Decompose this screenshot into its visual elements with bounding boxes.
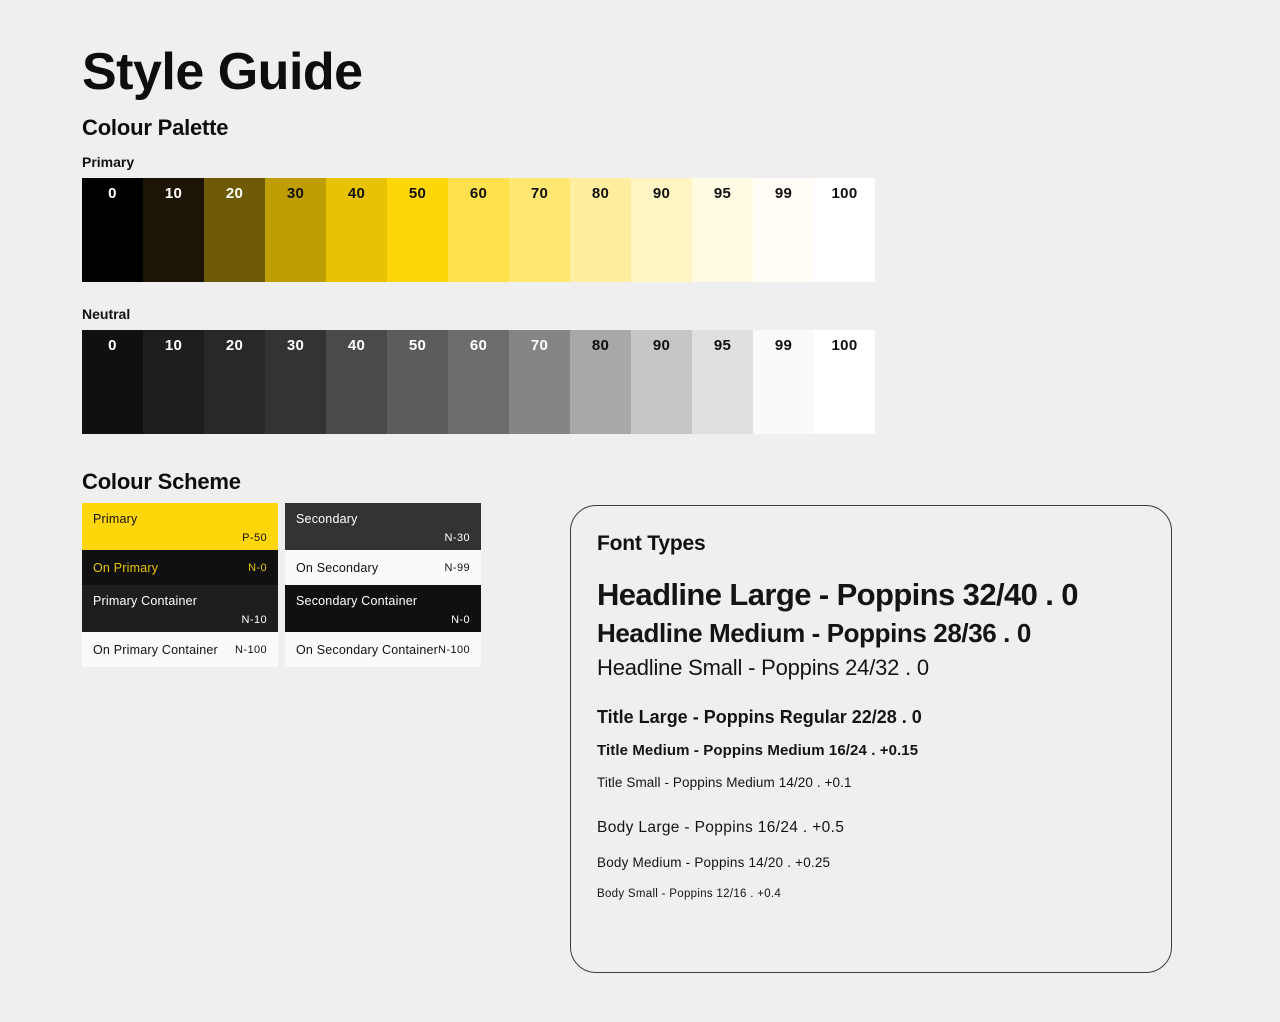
palette-swatch[interactable]: 20 bbox=[204, 178, 265, 282]
scheme-row-token: N-99 bbox=[444, 561, 470, 574]
scheme-row-token: N-10 bbox=[241, 614, 267, 626]
palette-swatch[interactable]: 90 bbox=[631, 178, 692, 282]
palette-swatch-label: 100 bbox=[831, 337, 858, 354]
scheme-row-name: Secondary bbox=[296, 512, 358, 526]
palette-swatch-label: 99 bbox=[774, 337, 793, 354]
font-specimen: Headline Large - Poppins 32/40 . 0 bbox=[597, 577, 1079, 612]
scheme-row-token: N-100 bbox=[438, 643, 470, 656]
palette-swatch[interactable]: 40 bbox=[326, 330, 387, 434]
palette-swatch-label: 95 bbox=[713, 337, 732, 354]
palette-swatch[interactable]: 95 bbox=[692, 330, 753, 434]
palette-swatch-label: 40 bbox=[347, 185, 366, 202]
palette-swatch-label: 50 bbox=[408, 185, 427, 202]
scheme-card-secondary: Secondary N-30 On Secondary N-99 Secondary C… bbox=[285, 503, 481, 667]
scheme-row-name: On Secondary Container bbox=[296, 642, 438, 657]
palette-swatch[interactable]: 95 bbox=[692, 178, 753, 282]
scheme-card-primary: Primary P-50 On Primary N-0 Primary Containe… bbox=[82, 503, 278, 667]
scheme-row-name: On Secondary bbox=[296, 560, 379, 575]
palette-swatch-label: 0 bbox=[108, 185, 117, 202]
palette-swatch[interactable]: 70 bbox=[509, 178, 570, 282]
scheme-row-name: On Primary bbox=[93, 560, 159, 575]
scheme-row[interactable]: Primary P-50 bbox=[82, 503, 278, 550]
scheme-row[interactable]: Primary Container N-10 bbox=[82, 585, 278, 632]
palette-swatch-label: 90 bbox=[652, 337, 671, 354]
palette-swatch-label: 60 bbox=[469, 185, 488, 202]
scheme-row[interactable]: Secondary N-30 bbox=[285, 503, 481, 550]
palette-swatch-label: 10 bbox=[164, 185, 183, 202]
palette-swatch-label: 0 bbox=[108, 337, 117, 354]
font-specimen: Body Medium - Poppins 14/20 . +0.25 bbox=[597, 854, 831, 870]
palette-swatch-label: 90 bbox=[652, 185, 671, 202]
scheme-row[interactable]: On Primary Container N-100 bbox=[82, 632, 278, 667]
scheme-row[interactable]: On Secondary Container N-100 bbox=[285, 632, 481, 667]
scheme-row-name: Primary bbox=[93, 512, 138, 526]
scheme-row[interactable]: On Primary N-0 bbox=[82, 550, 278, 585]
palette-swatch-label: 95 bbox=[713, 185, 732, 202]
palette-swatch[interactable]: 80 bbox=[570, 330, 631, 434]
palette-swatch[interactable]: 70 bbox=[509, 330, 570, 434]
page-title: Style Guide bbox=[82, 43, 363, 101]
scheme-row-token: N-0 bbox=[451, 614, 470, 626]
scheme-row-token: N-100 bbox=[235, 643, 267, 656]
scheme-row-name: On Primary Container bbox=[93, 642, 218, 657]
palette-swatch[interactable]: 50 bbox=[387, 330, 448, 434]
palette-swatch[interactable]: 80 bbox=[570, 178, 631, 282]
font-types-title: Font Types bbox=[597, 532, 706, 555]
palette-row-neutral: 0 10 20 30 40 50 60 70 80 90 95 99 100 bbox=[82, 330, 875, 434]
palette-swatch[interactable]: 90 bbox=[631, 330, 692, 434]
font-types-card: Font Types Headline Large - Poppins 32/4… bbox=[570, 505, 1172, 973]
palette-swatch[interactable]: 10 bbox=[143, 178, 204, 282]
palette-swatch-label: 80 bbox=[591, 337, 610, 354]
font-specimen: Title Medium - Poppins Medium 16/24 . +0… bbox=[597, 742, 919, 760]
palette-swatch[interactable]: 20 bbox=[204, 330, 265, 434]
palette-swatch[interactable]: 99 bbox=[753, 330, 814, 434]
palette-swatch-label: 60 bbox=[469, 337, 488, 354]
palette-swatch-label: 50 bbox=[408, 337, 427, 354]
palette-swatch-label: 30 bbox=[286, 337, 305, 354]
palette-swatch-label: 30 bbox=[286, 185, 305, 202]
font-specimen: Body Small - Poppins 12/16 . +0.4 bbox=[597, 888, 782, 901]
scheme-row-token: N-0 bbox=[248, 561, 267, 574]
scheme-row[interactable]: Secondary Container N-0 bbox=[285, 585, 481, 632]
palette-swatch[interactable]: 10 bbox=[143, 330, 204, 434]
palette-swatch[interactable]: 99 bbox=[753, 178, 814, 282]
scheme-row[interactable]: On Secondary N-99 bbox=[285, 550, 481, 585]
scheme-row-token: N-30 bbox=[444, 532, 470, 544]
palette-swatch-label: 20 bbox=[225, 337, 244, 354]
scheme-row-token: P-50 bbox=[242, 532, 267, 544]
font-specimen: Body Large - Poppins 16/24 . +0.5 bbox=[597, 819, 845, 836]
palette-swatch-label: 20 bbox=[225, 185, 244, 202]
colour-scheme-cards: Primary P-50 On Primary N-0 Primary Containe… bbox=[82, 503, 481, 667]
palette-swatch-label: 70 bbox=[530, 337, 549, 354]
palette-swatch-label: 99 bbox=[774, 185, 793, 202]
palette-swatch[interactable]: 40 bbox=[326, 178, 387, 282]
palette-swatch[interactable]: 100 bbox=[814, 178, 875, 282]
palette-swatch[interactable]: 50 bbox=[387, 178, 448, 282]
palette-swatch-label: 10 bbox=[164, 337, 183, 354]
palette-swatch[interactable]: 30 bbox=[265, 330, 326, 434]
palette-swatch-label: 80 bbox=[591, 185, 610, 202]
scheme-row-name: Secondary Container bbox=[296, 594, 418, 608]
palette-row-primary: 0 10 20 30 40 50 60 70 80 90 95 99 100 bbox=[82, 178, 875, 282]
font-specimen: Title Large - Poppins Regular 22/28 . 0 bbox=[597, 707, 922, 728]
scheme-row-name: Primary Container bbox=[93, 594, 198, 608]
font-specimen-list: Headline Large - Poppins 32/40 . 0 Headli… bbox=[597, 574, 1143, 904]
palette-group-label-primary: Primary bbox=[82, 154, 135, 170]
section-title-colour-scheme: Colour Scheme bbox=[82, 469, 241, 494]
section-title-colour-palette: Colour Palette bbox=[82, 115, 229, 140]
palette-swatch[interactable]: 100 bbox=[814, 330, 875, 434]
palette-swatch-label: 100 bbox=[831, 185, 858, 202]
palette-group-label-neutral: Neutral bbox=[82, 306, 131, 322]
palette-swatch[interactable]: 60 bbox=[448, 330, 509, 434]
palette-swatch-label: 40 bbox=[347, 337, 366, 354]
palette-swatch[interactable]: 0 bbox=[82, 330, 143, 434]
palette-swatch[interactable]: 0 bbox=[82, 178, 143, 282]
font-specimen: Title Small - Poppins Medium 14/20 . +0.… bbox=[597, 775, 852, 791]
font-specimen: Headline Medium - Poppins 28/36 . 0 bbox=[597, 617, 1031, 648]
palette-swatch-label: 70 bbox=[530, 185, 549, 202]
palette-swatch[interactable]: 60 bbox=[448, 178, 509, 282]
font-specimen: Headline Small - Poppins 24/32 . 0 bbox=[597, 655, 929, 681]
palette-swatch[interactable]: 30 bbox=[265, 178, 326, 282]
